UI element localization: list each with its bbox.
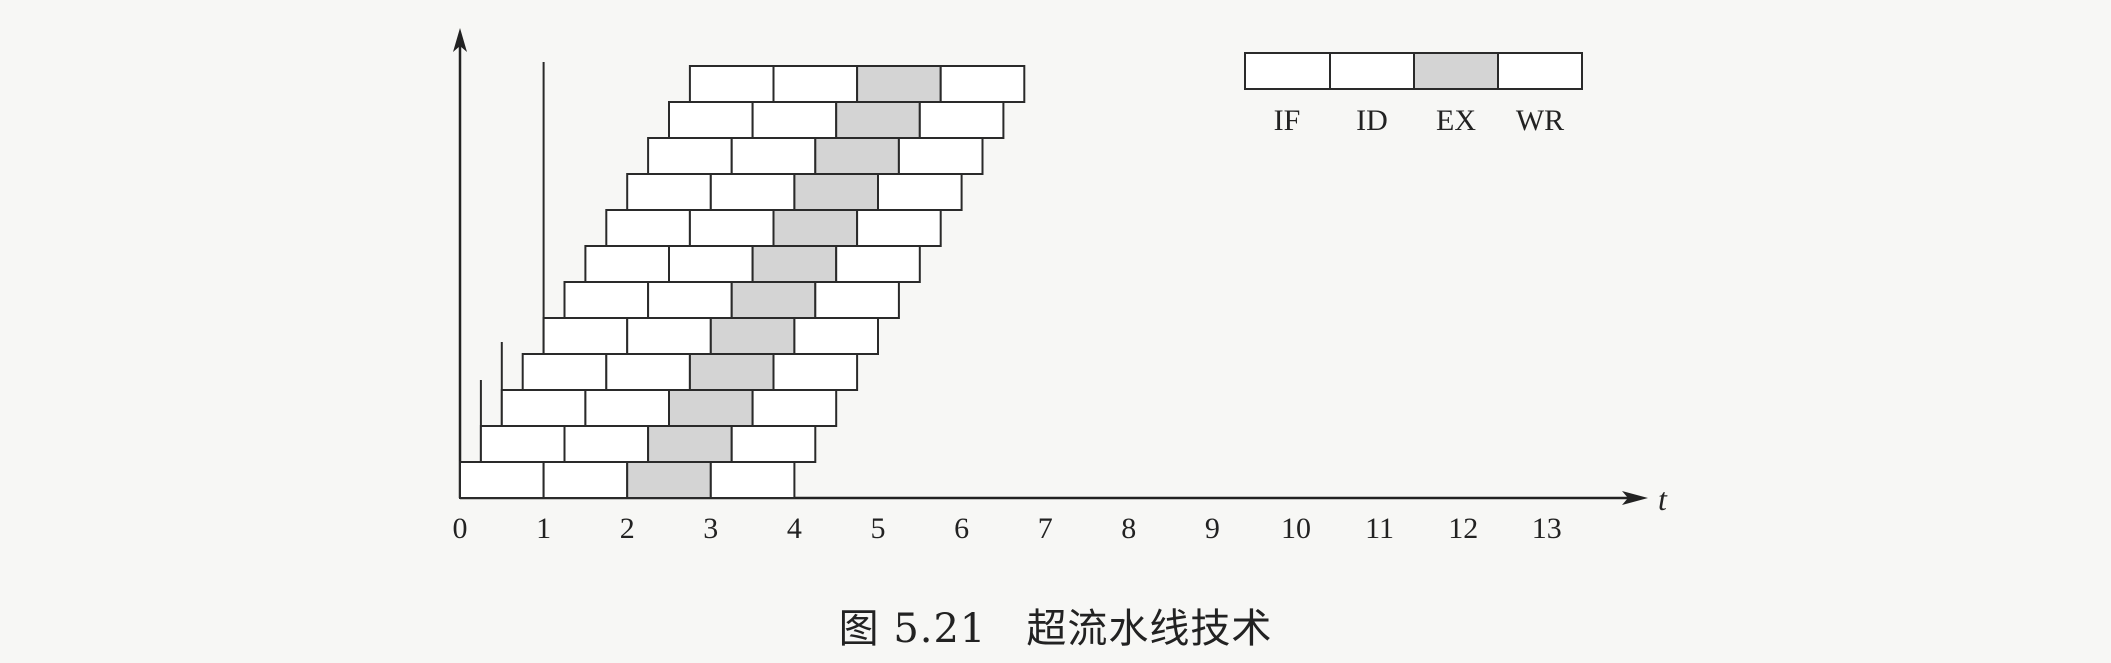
caption-number: 图 5.21 xyxy=(838,606,987,652)
legend-label-wr: WR xyxy=(1516,104,1564,137)
stage-cell-if xyxy=(668,101,754,139)
stage-cell-wr xyxy=(835,245,921,283)
x-tick-label: 12 xyxy=(1448,512,1478,545)
x-tick-label: 10 xyxy=(1281,512,1311,545)
stage-cell-wr xyxy=(877,173,963,211)
stage-cell-id xyxy=(542,461,629,499)
stage-cell-wr xyxy=(939,65,1026,103)
stage-cell-id xyxy=(584,389,671,427)
stage-cell-if xyxy=(688,65,775,103)
instruction-row xyxy=(584,245,921,283)
stage-cell-ex xyxy=(647,425,733,463)
legend-label-if: IF xyxy=(1274,104,1301,137)
figure-caption: 图 5.21 超流水线技术 xyxy=(0,596,2111,654)
x-tick-label: 3 xyxy=(703,512,718,545)
stage-cell-id xyxy=(751,101,838,139)
legend-label-id: ID xyxy=(1356,104,1388,137)
legend-box-wr xyxy=(1497,52,1583,90)
instruction-row xyxy=(626,173,963,211)
stage-cell-if xyxy=(584,245,671,283)
x-tick-label: 0 xyxy=(453,512,468,545)
legend-box-if xyxy=(1244,52,1331,90)
stage-cell-wr xyxy=(856,209,942,247)
stage-cell-ex xyxy=(751,245,838,283)
pipeline-rows xyxy=(459,65,1026,499)
stage-cell-ex xyxy=(835,101,921,139)
stage-cell-wr xyxy=(730,425,817,463)
legend: IF ID EX WR xyxy=(1244,52,1583,137)
stage-cell-wr xyxy=(772,353,859,391)
stage-cell-if xyxy=(605,209,691,247)
stage-cell-id xyxy=(647,281,733,319)
legend-box-ex xyxy=(1413,52,1499,90)
stage-cell-if xyxy=(479,425,566,463)
legend-box-id xyxy=(1329,52,1415,90)
stage-cell-ex xyxy=(856,65,942,103)
stage-cell-if xyxy=(542,317,629,355)
stage-cell-id xyxy=(688,209,775,247)
x-tick-label: 6 xyxy=(954,512,969,545)
stage-cell-id xyxy=(668,245,754,283)
x-tick-label: 11 xyxy=(1365,512,1394,545)
stage-cell-wr xyxy=(793,317,880,355)
instruction-row xyxy=(521,353,859,391)
x-tick-label: 4 xyxy=(787,512,802,545)
stage-cell-id xyxy=(730,137,817,175)
stage-cell-ex xyxy=(730,281,817,319)
legend-label-ex: EX xyxy=(1436,104,1476,137)
instruction-row xyxy=(563,281,900,319)
x-tick-label: 1 xyxy=(536,512,551,545)
x-tick-label: 5 xyxy=(871,512,886,545)
instruction-row xyxy=(542,317,880,355)
instruction-row xyxy=(605,209,942,247)
stage-cell-wr xyxy=(918,101,1005,139)
stage-cell-ex xyxy=(772,209,859,247)
instruction-row xyxy=(459,461,796,499)
stage-cell-if xyxy=(459,461,545,499)
stage-cell-ex xyxy=(688,353,775,391)
stage-cell-ex xyxy=(709,317,796,355)
caption-text: 超流水线技术 xyxy=(1026,606,1273,652)
stage-cell-id xyxy=(772,65,859,103)
stage-cell-id xyxy=(709,173,796,211)
instruction-row xyxy=(479,425,817,463)
stage-cell-if xyxy=(500,389,587,427)
x-tick-label: 8 xyxy=(1121,512,1136,545)
x-tick-label: 7 xyxy=(1038,512,1053,545)
instruction-row xyxy=(500,389,838,427)
instruction-row xyxy=(668,101,1005,139)
stage-cell-if xyxy=(521,353,608,391)
diagram-stage: t 0 1 2 3 4 5 6 7 8 9 10 11 12 13 IF ID EX WR 图 5.21 超… xyxy=(0,0,2111,663)
x-tick-label: 9 xyxy=(1205,512,1220,545)
stage-cell-if xyxy=(647,137,733,175)
stage-cell-id xyxy=(605,353,691,391)
x-tick-label: 13 xyxy=(1532,512,1562,545)
stage-cell-ex xyxy=(668,389,754,427)
stage-cell-ex xyxy=(793,173,880,211)
stage-cell-wr xyxy=(709,461,796,499)
stage-cell-wr xyxy=(814,281,900,319)
stage-cell-ex xyxy=(626,461,712,499)
pipeline-diagram: t 0 1 2 3 4 5 6 7 8 9 10 11 12 13 IF ID EX WR xyxy=(453,28,1668,545)
stage-cell-if xyxy=(626,173,712,211)
stage-cell-wr xyxy=(751,389,838,427)
stage-cell-id xyxy=(563,425,650,463)
instruction-row xyxy=(647,137,984,175)
stage-cell-if xyxy=(563,281,650,319)
x-axis-ticks: 0 1 2 3 4 5 6 7 8 9 10 11 12 13 xyxy=(453,512,1562,545)
instruction-row xyxy=(688,65,1026,103)
stage-cell-ex xyxy=(814,137,900,175)
stage-cell-id xyxy=(626,317,712,355)
x-tick-label: 2 xyxy=(620,512,635,545)
stage-cell-wr xyxy=(897,137,984,175)
x-axis-label: t xyxy=(1658,481,1668,517)
